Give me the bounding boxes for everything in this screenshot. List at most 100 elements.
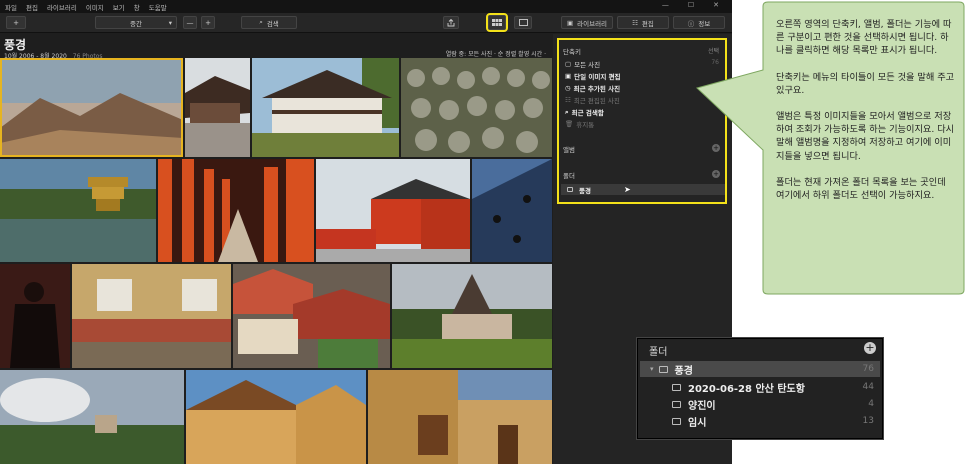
library-icon: ▣ — [566, 18, 574, 27]
folder-icon — [672, 383, 681, 391]
search-label: 검색 — [266, 19, 279, 28]
add-album-button[interactable]: + — [712, 144, 720, 152]
folder-label: 풍경 — [579, 186, 591, 195]
cursor-icon: ➤ — [623, 185, 631, 194]
photo-thumbnail[interactable] — [186, 370, 366, 464]
edit-icon: ☷ — [632, 18, 638, 27]
folder-label: 2020-06-28 안산 탄도항 — [688, 383, 805, 395]
tab-library[interactable]: ▣ 라이브러리 — [561, 16, 613, 29]
callout-paragraph: 폴더는 현재 가져온 폴더 목록을 보는 곳인데 여기에서 하위 폴더도 선택이… — [776, 176, 946, 202]
photo-thumbnail[interactable] — [368, 370, 552, 464]
photo-thumbnail[interactable] — [316, 159, 470, 262]
grid-view-button[interactable] — [486, 13, 508, 32]
menu-bar: 파일 편집 라이브러리 이미지 보기 창 도움말 — ☐ ✕ — [0, 0, 732, 13]
chevron-down-icon: ▾ — [650, 365, 654, 373]
sort-dropdown[interactable]: 중간 ▾ — [95, 16, 177, 29]
shortcut-recently-added[interactable]: ◷ 최근 추가된 사진 — [565, 83, 620, 93]
shortcut-label: 최근 검색함 — [571, 109, 604, 117]
photo-thumbnail[interactable] — [392, 264, 552, 368]
shortcut-label: 휴지통 — [576, 121, 595, 129]
share-icon — [447, 18, 455, 26]
folders-title[interactable]: 폴더 — [563, 170, 575, 180]
zoom-folder-row[interactable]: 양진이 4 — [640, 396, 880, 412]
trash-icon: 🗑 — [565, 120, 574, 128]
single-view-button[interactable] — [514, 16, 532, 29]
clock-icon: ◷ — [565, 84, 571, 92]
shortcut-all-photos[interactable]: ▢ 모든 사진 — [565, 59, 600, 69]
single-view-icon — [518, 19, 528, 26]
photo-thumbnail[interactable] — [72, 264, 231, 368]
shortcuts-title[interactable]: 단축키 — [563, 46, 581, 56]
grid-view-icon — [492, 19, 502, 26]
callout-paragraph: 앨범은 특정 이미지들을 모아서 앨범으로 저장하여 조회가 가능하도록 하는 … — [776, 111, 955, 162]
menu-window[interactable]: 창 — [134, 2, 140, 12]
shortcut-label: 단일 이미지 편집 — [574, 73, 621, 81]
add-button[interactable]: + — [6, 16, 26, 29]
menu-image[interactable]: 이미지 — [86, 2, 104, 12]
folder-icon — [672, 417, 681, 425]
zoom-folder-row[interactable]: 2020-06-28 안산 탄도항 44 — [640, 379, 880, 395]
photo-thumbnail[interactable] — [185, 58, 250, 157]
app-window: 파일 편집 라이브러리 이미지 보기 창 도움말 — ☐ ✕ + 중간 ▾ — … — [0, 0, 732, 464]
shortcut-count: 76 — [711, 59, 719, 66]
photo-thumbnail[interactable] — [158, 159, 314, 262]
tab-edit-label: 편집 — [641, 19, 654, 28]
photo-thumbnail[interactable] — [472, 159, 552, 262]
search-icon: ⌕ — [259, 18, 263, 26]
folder-label: 양진이 — [688, 400, 716, 412]
add-folder-button[interactable]: + — [712, 170, 720, 178]
shortcut-label: 최근 편집된 사진 — [573, 97, 620, 105]
photo-thumbnail[interactable] — [0, 370, 184, 464]
albums-title[interactable]: 앨범 — [563, 144, 575, 154]
shortcuts-select[interactable]: 선택 — [708, 46, 719, 55]
photo-thumbnail[interactable] — [0, 58, 183, 157]
folder-label: 임시 — [688, 417, 707, 429]
toolbar: + 중간 ▾ — + ⌕ 검색 ▣ 라이브러리 ☷ 편집 ⓘ 정보 — [0, 13, 732, 33]
menu-library[interactable]: 라이브러리 — [47, 2, 77, 12]
folder-panel-zoom: 폴더 + ▾ 풍경 76 2020-06-28 안산 탄도항 44 양진이 4 … — [637, 338, 883, 439]
photo-thumbnail[interactable] — [401, 58, 552, 157]
image-icon: ▣ — [565, 72, 572, 80]
photo-thumbnail[interactable] — [252, 58, 399, 157]
folder-icon — [658, 365, 668, 373]
zoom-out-button[interactable]: — — [183, 16, 197, 29]
menu-file[interactable]: 파일 — [5, 2, 17, 12]
folder-icon — [567, 187, 573, 192]
menu-help[interactable]: 도움말 — [149, 2, 167, 12]
folder-icon — [672, 400, 681, 408]
photo-thumbnail[interactable] — [233, 264, 390, 368]
close-icon[interactable]: ✕ — [713, 1, 719, 9]
minimize-icon[interactable]: — — [662, 1, 669, 9]
shortcut-single-edit[interactable]: ▣ 단일 이미지 편집 — [565, 71, 621, 81]
folder-count: 4 — [868, 399, 874, 409]
shortcut-trash[interactable]: 🗑 휴지통 — [565, 119, 594, 129]
view-sort-info[interactable]: 열람 중: 모든 사진 · 순 정렬 촬영 시간 · — [446, 49, 546, 58]
gallery-header: 풍경 10월 2006 - 8월 2020 76 Photos 열람 중: 모든… — [0, 34, 552, 60]
folder-item-landscape[interactable]: 풍경 ➤ — [561, 184, 725, 195]
maximize-icon[interactable]: ☐ — [688, 1, 694, 9]
window-controls: — ☐ ✕ — [652, 1, 728, 9]
photo-icon: ▢ — [565, 60, 572, 68]
zoom-folder-row[interactable]: 임시 13 — [640, 413, 880, 429]
menu-view[interactable]: 보기 — [113, 2, 125, 12]
folder-count: 76 — [862, 364, 874, 374]
share-button[interactable] — [443, 16, 459, 29]
folder-count: 13 — [862, 416, 874, 426]
photo-thumbnail[interactable] — [0, 264, 70, 368]
shortcut-recently-edited[interactable]: ☷ 최근 편집된 사진 — [565, 95, 620, 105]
folder-label: 풍경 — [674, 365, 693, 377]
add-folder-icon[interactable]: + — [864, 342, 876, 354]
zoom-folder-row[interactable]: ▾ 풍경 76 — [640, 361, 880, 377]
search-button[interactable]: ⌕ 검색 — [241, 16, 297, 29]
shortcut-recent-search[interactable]: ⌕ 최근 검색함 — [565, 107, 604, 118]
shortcut-label: 모든 사진 — [574, 61, 601, 69]
photo-thumbnail[interactable] — [0, 159, 156, 262]
navigation-panel-highlight: 단축키 선택 ▢ 모든 사진 76 ▣ 단일 이미지 편집 ◷ 최근 추가된 사… — [557, 38, 727, 204]
tab-edit[interactable]: ☷ 편집 — [617, 16, 669, 29]
tab-info[interactable]: ⓘ 정보 — [673, 16, 725, 29]
menu-edit[interactable]: 편집 — [26, 2, 38, 12]
info-icon: ⓘ — [687, 19, 695, 28]
callout-paragraph: 오른쪽 영역의 단축키, 앨범, 폴더는 기능에 따른 구분이고 편한 것을 선… — [776, 19, 952, 57]
zoom-in-button[interactable]: + — [201, 16, 215, 29]
shortcut-label: 최근 추가된 사진 — [573, 85, 621, 93]
